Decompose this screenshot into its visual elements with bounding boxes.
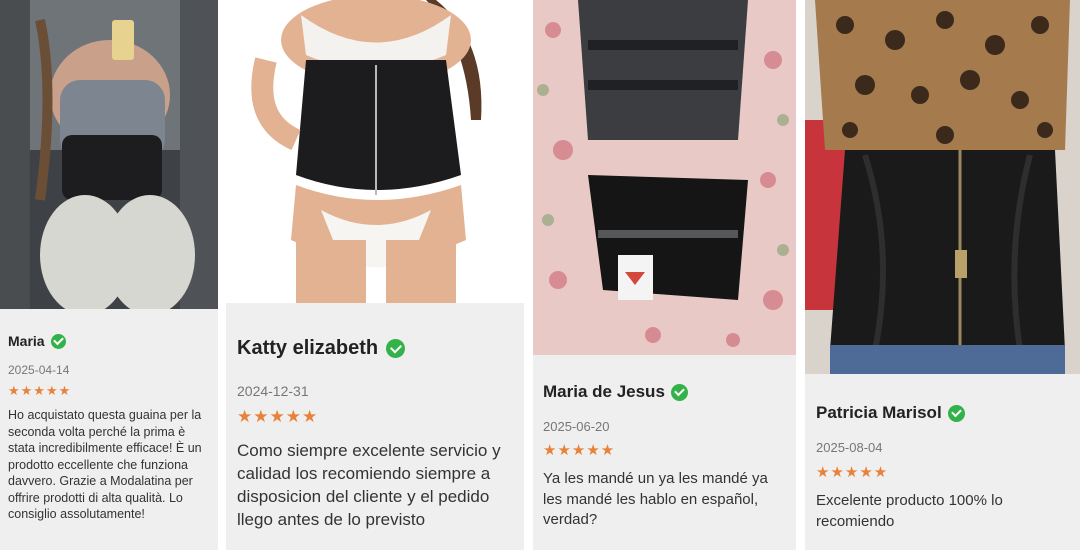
review-card: Maria de Jesus 2025-06-20 ★★★★★ Ya les m… <box>533 0 796 550</box>
check-circle-icon <box>386 338 406 358</box>
reviewer-name-row: Maria de Jesus <box>543 381 786 403</box>
review-info: Maria 2025-04-14 ★★★★★ Ho acquistato que… <box>0 309 218 550</box>
review-info: Katty elizabeth 2024-12-31 ★★★★★ Como si… <box>226 303 524 550</box>
star-rating: ★★★★★ <box>8 383 72 398</box>
review-text: Como siempre excelente servicio y calida… <box>237 441 501 529</box>
reviewer-name: Maria de Jesus <box>543 382 665 401</box>
review-date: 2025-06-20 <box>543 419 610 434</box>
review-photo[interactable] <box>805 0 1080 374</box>
reviewer-name-row: Patricia Marisol <box>816 402 1069 424</box>
star-rating: ★★★★★ <box>543 442 616 459</box>
reviewer-name: Katty elizabeth <box>237 336 379 359</box>
review-card: Maria 2025-04-14 ★★★★★ Ho acquistato que… <box>0 0 218 550</box>
review-date: 2025-08-04 <box>816 440 883 455</box>
review-info: Maria de Jesus 2025-06-20 ★★★★★ Ya les m… <box>533 355 796 550</box>
review-info: Patricia Marisol 2025-08-04 ★★★★★ Excele… <box>805 374 1080 550</box>
review-card: Patricia Marisol 2025-08-04 ★★★★★ Excele… <box>805 0 1080 550</box>
review-date: 2024-12-31 <box>237 383 309 399</box>
review-text: Ya les mandé un ya les mandé ya les mand… <box>543 470 768 528</box>
review-text: Ho acquistato questa guaina per la secon… <box>8 408 202 521</box>
check-circle-icon <box>947 404 965 422</box>
review-photo[interactable] <box>226 0 524 303</box>
review-photo[interactable] <box>0 0 218 309</box>
star-rating: ★★★★★ <box>237 407 319 426</box>
reviewer-name: Patricia Marisol <box>816 403 942 422</box>
review-card: Katty elizabeth 2024-12-31 ★★★★★ Como si… <box>226 0 524 550</box>
check-circle-icon <box>670 383 688 401</box>
reviewer-name-row: Katty elizabeth <box>237 335 513 361</box>
check-circle-icon <box>50 333 66 349</box>
review-date: 2025-04-14 <box>8 363 70 377</box>
reviewer-name: Maria <box>8 333 45 349</box>
reviewer-name-row: Maria <box>8 331 210 351</box>
star-rating: ★★★★★ <box>816 464 889 481</box>
review-photo[interactable] <box>533 0 796 355</box>
review-text: Excelente producto 100% lo recomiendo <box>816 492 1003 530</box>
